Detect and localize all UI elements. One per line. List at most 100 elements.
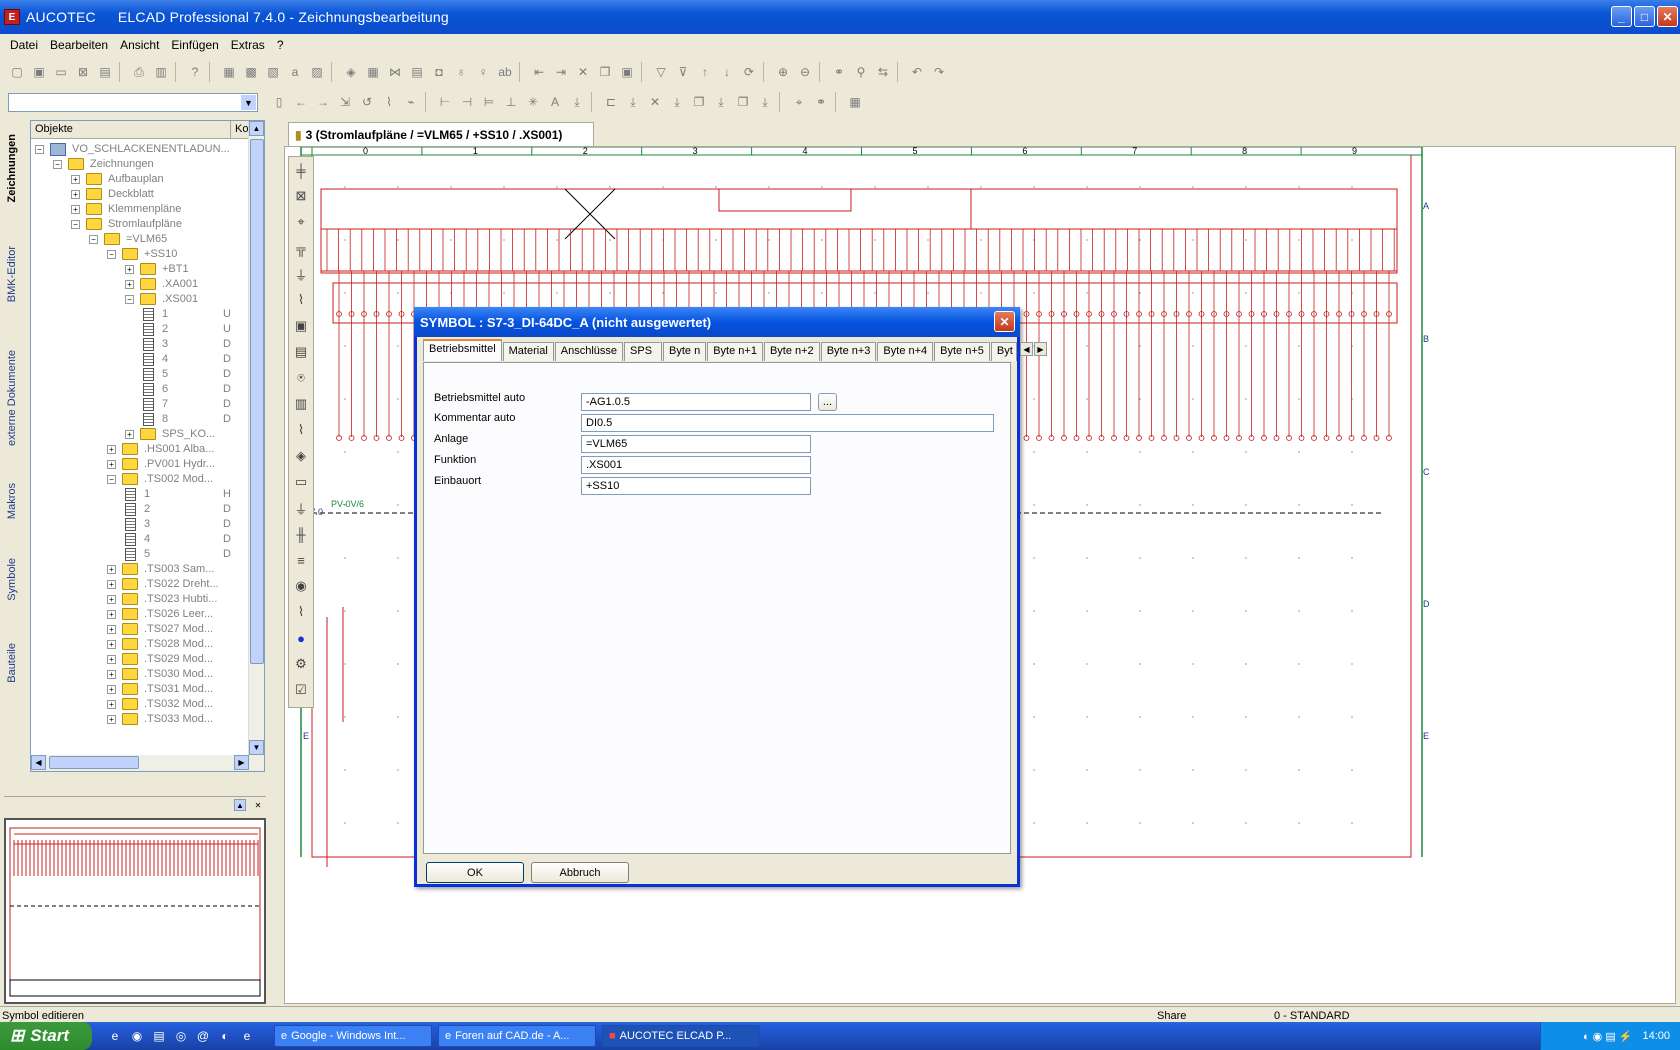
app-icon[interactable]: E (4, 9, 20, 25)
maximize-button[interactable]: □ (1634, 6, 1655, 27)
tab-scroll-left-icon[interactable]: ◀ (1019, 342, 1033, 356)
preview-pin-icon[interactable]: ▲ (234, 799, 246, 811)
scroll-right-icon[interactable]: ▶ (234, 755, 249, 770)
tab-byte-n5[interactable]: Byte n+5 (934, 342, 990, 361)
cross-icon[interactable]: ✕ (572, 61, 594, 83)
symbol-f-icon[interactable]: ⤓ (710, 91, 732, 113)
expand-icon[interactable]: + (71, 204, 80, 214)
tab-sps[interactable]: SPS (624, 342, 663, 361)
undo-icon[interactable]: ↶ (906, 61, 928, 83)
expand-icon[interactable]: + (107, 714, 116, 724)
firefox-icon[interactable]: ◐ (216, 1027, 234, 1045)
tree-folder-item[interactable]: + .XA001 (125, 276, 198, 292)
tree-folder-item[interactable]: − =VLM65 (89, 231, 167, 247)
app-quick-icon[interactable]: ◎ (172, 1027, 190, 1045)
expand-icon[interactable]: + (107, 459, 116, 469)
expand-icon[interactable]: + (107, 444, 116, 454)
tool-a-icon[interactable]: ◈ (340, 61, 362, 83)
checklist-icon[interactable]: ☑ (290, 679, 312, 701)
terminal-icon[interactable]: ▣ (290, 315, 312, 337)
tab-byte-more[interactable]: Byt (990, 342, 1017, 361)
zoom-in-icon[interactable]: ⊕ (772, 61, 794, 83)
tree-drawing-item[interactable]: 1H (125, 486, 231, 502)
tree-folder-item[interactable]: + .TS003 Sam... (107, 561, 214, 577)
tool-f-icon[interactable]: ♁ (450, 61, 472, 83)
collapse-icon[interactable]: − (107, 249, 116, 259)
relay-icon[interactable]: ⌇ (290, 419, 312, 441)
task-cad-forum[interactable]: e Foren auf CAD.de - A... (438, 1025, 596, 1047)
mail-icon[interactable]: @ (194, 1027, 212, 1045)
side-tab-externe-dokumente[interactable]: externe Dokumente (6, 350, 18, 446)
tree-drawing-item[interactable]: 8D (143, 411, 231, 427)
tab-anschluesse[interactable]: Anschlüsse (554, 342, 624, 361)
redo-icon[interactable]: ↷ (928, 61, 950, 83)
tree-folder-item[interactable]: + .PV001 Hydr... (107, 456, 215, 472)
refresh-icon[interactable]: ⟳ (738, 61, 760, 83)
new-icon[interactable]: ▢ (6, 61, 28, 83)
sort-asc-icon[interactable]: ↑ (694, 61, 716, 83)
scroll-down-icon[interactable]: ▼ (249, 740, 264, 755)
side-tab-bauteile[interactable]: Bauteile (6, 643, 18, 683)
media-icon[interactable]: ◉ (128, 1027, 146, 1045)
tool-b-icon[interactable]: ▦ (362, 61, 384, 83)
drawing-preview[interactable] (4, 818, 266, 1004)
preview-close-icon[interactable]: ✕ (252, 799, 264, 811)
tree-drawing-item[interactable]: 5D (125, 546, 231, 562)
frame-icon[interactable]: ▨ (306, 61, 328, 83)
collapse-icon[interactable]: − (89, 234, 98, 244)
gauge-icon[interactable]: ◉ (290, 575, 312, 597)
contactor-icon[interactable]: ⊠ (290, 185, 312, 207)
tool-e-icon[interactable]: ◘ (428, 61, 450, 83)
copy-icon[interactable]: ❐ (594, 61, 616, 83)
expand-icon[interactable]: + (107, 699, 116, 709)
tool-h-icon[interactable]: ab (494, 61, 516, 83)
tab-byte-n4[interactable]: Byte n+4 (877, 342, 934, 361)
zoom-out-icon[interactable]: ⊖ (794, 61, 816, 83)
scroll-thumb[interactable] (250, 139, 264, 664)
tab-material[interactable]: Material (502, 342, 554, 361)
dialog-close-button[interactable]: ✕ (994, 311, 1015, 332)
collapse-icon[interactable]: − (53, 159, 62, 169)
node-icon[interactable]: ⌖ (290, 211, 312, 233)
tree-drawing-item[interactable]: 7D (143, 396, 231, 412)
tree-folder-item[interactable]: + .TS029 Mod... (107, 651, 213, 667)
tree-folder-item[interactable]: + .HS001 Alba... (107, 441, 214, 457)
scroll-left-icon[interactable]: ◀ (31, 755, 46, 770)
tree-folder-item[interactable]: − VO_SCHLACKENENTLADUN... (35, 141, 230, 157)
tree-folder-item[interactable]: − .XS001 (125, 291, 198, 307)
tree-folder-item[interactable]: − Zeichnungen (53, 156, 154, 172)
funktion-field[interactable]: .XS001 (581, 456, 811, 474)
rotate-icon[interactable]: ↺ (356, 91, 378, 113)
help-icon[interactable]: ? (184, 61, 206, 83)
wire-icon[interactable]: ⌇ (378, 91, 400, 113)
text-icon[interactable]: A (544, 91, 566, 113)
tree-folder-item[interactable]: + .TS022 Dreht... (107, 576, 219, 592)
find-next-icon[interactable]: ⚲ (850, 61, 872, 83)
expand-icon[interactable]: + (107, 684, 116, 694)
grid-icon[interactable]: ▩ (240, 61, 262, 83)
menu-extras[interactable]: Extras (231, 38, 265, 52)
drawing-tab[interactable]: ▮ 3 (Stromlaufpläne / =VLM65 / +SS10 / .… (288, 122, 594, 146)
nav-back-icon[interactable]: ← (290, 91, 312, 113)
dim-c-icon[interactable]: ⊨ (478, 91, 500, 113)
betriebsmittel-auto-field[interactable]: -AG1.0.5 (581, 393, 811, 411)
layer-combobox[interactable]: ▼ (8, 93, 258, 112)
collapse-icon[interactable]: − (35, 144, 44, 154)
tray-icons[interactable]: ◐ ◉ ▤ ⚡ (1583, 1030, 1633, 1043)
open-icon[interactable]: ▭ (50, 61, 72, 83)
dotnet-icon[interactable]: ● (290, 627, 312, 649)
binoculars-icon[interactable]: ⚭ (828, 61, 850, 83)
expand-icon[interactable]: + (107, 579, 116, 589)
tree-drawing-item[interactable]: 2U (143, 321, 231, 337)
arrow-left-icon[interactable]: ⇤ (528, 61, 550, 83)
chevron-down-icon[interactable]: ▼ (241, 95, 256, 110)
close-doc-icon[interactable]: ⊠ (72, 61, 94, 83)
switch-icon[interactable]: ⌇ (290, 289, 312, 311)
save-icon[interactable]: ▤ (94, 61, 116, 83)
tree-folder-item[interactable]: + SPS_KO... (125, 426, 215, 442)
tree-drawing-item[interactable]: 4D (125, 531, 231, 547)
tree-folder-item[interactable]: + Deckblatt (71, 186, 154, 202)
tab-byte-n2[interactable]: Byte n+2 (763, 342, 820, 361)
symbol-b-icon[interactable]: ⤓ (622, 91, 644, 113)
table-icon[interactable]: ▦ (218, 61, 240, 83)
